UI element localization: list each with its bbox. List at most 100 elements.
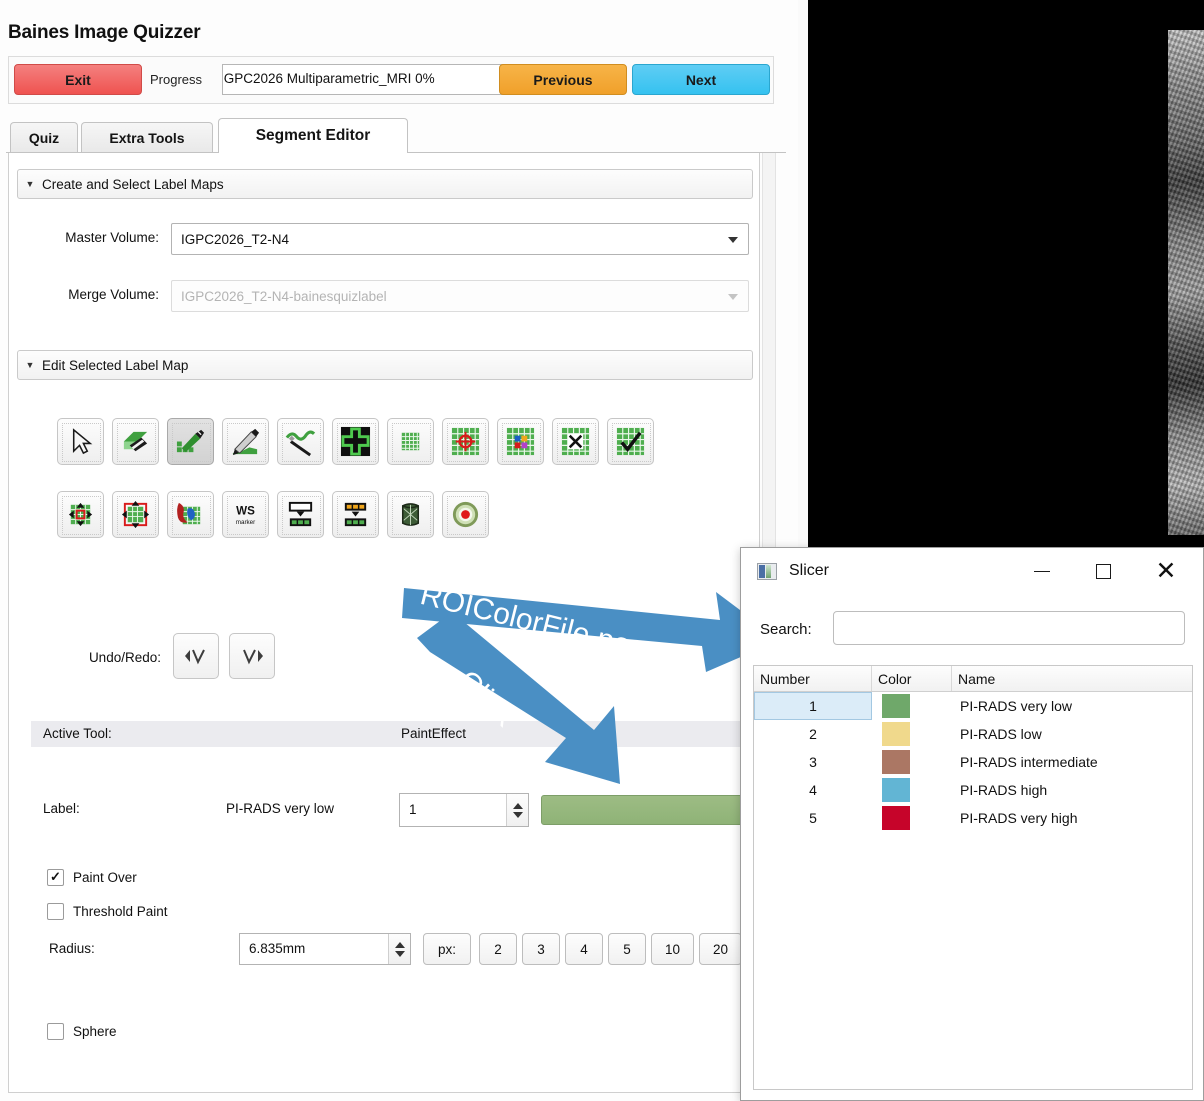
column-header-name: Name bbox=[952, 666, 1192, 691]
make-model-tool-icon[interactable] bbox=[167, 491, 214, 538]
sphere-label: Sphere bbox=[73, 1024, 117, 1039]
paint-over-checkbox[interactable]: ✓ Paint Over bbox=[47, 866, 137, 888]
dilate-erode-tool-icon[interactable] bbox=[112, 491, 159, 538]
stepper-up-icon[interactable] bbox=[395, 942, 405, 948]
radial-target-icon bbox=[450, 499, 481, 530]
section-edit-label-map[interactable]: ▼ Edit Selected Label Map bbox=[17, 350, 753, 380]
threshold-paint-label: Threshold Paint bbox=[73, 904, 168, 919]
paint-over-label: Paint Over bbox=[73, 870, 137, 885]
minimize-icon[interactable] bbox=[1019, 548, 1065, 595]
tab-extra-tools[interactable]: Extra Tools bbox=[81, 122, 213, 152]
column-header-color: Color bbox=[872, 666, 952, 691]
master-volume-row: Master Volume: IGPC2026_T2-N4 bbox=[31, 223, 749, 255]
volume-cylinder-icon bbox=[395, 499, 426, 530]
checkbox-mark-icon: ✓ bbox=[47, 869, 64, 886]
undo-arrow-icon[interactable] bbox=[173, 633, 219, 679]
table-row[interactable]: 3 PI-RADS intermediate bbox=[754, 748, 1192, 776]
radius-preset-5[interactable]: 5 bbox=[608, 933, 646, 965]
label-stepper-buttons[interactable] bbox=[506, 794, 528, 826]
label-number-stepper[interactable]: 1 bbox=[399, 793, 529, 827]
threshold-paint-checkbox[interactable]: Threshold Paint bbox=[47, 900, 168, 922]
label-row: Label: PI-RADS very low 1 bbox=[31, 793, 749, 827]
merge-rows-color-icon bbox=[340, 499, 371, 530]
radius-stepper-buttons[interactable] bbox=[388, 934, 410, 964]
tab-segment-editor[interactable]: Segment Editor bbox=[218, 118, 408, 153]
next-button[interactable]: Next bbox=[632, 64, 770, 95]
radius-preset-2[interactable]: 2 bbox=[479, 933, 517, 965]
maximize-icon[interactable] bbox=[1080, 548, 1126, 595]
active-tool-value: PaintEffect bbox=[401, 726, 466, 741]
close-icon[interactable]: ✕ bbox=[1143, 548, 1189, 595]
chevron-down-icon bbox=[728, 294, 738, 300]
row-merge-color-tool-icon[interactable] bbox=[332, 491, 379, 538]
row-merge-tool-icon[interactable] bbox=[277, 491, 324, 538]
color-table[interactable]: Number Color Name 1PI-RADS very low2PI-R… bbox=[753, 665, 1193, 1090]
cell-number: 2 bbox=[754, 720, 872, 748]
fast-marching-tool-icon[interactable] bbox=[387, 491, 434, 538]
paint-effect-tool-icon[interactable] bbox=[167, 418, 214, 465]
grow-cut-icon bbox=[340, 426, 371, 457]
grow-cut-tool-icon[interactable] bbox=[332, 418, 379, 465]
threshold-tool-icon[interactable] bbox=[442, 418, 489, 465]
change-island-tool-icon[interactable] bbox=[497, 418, 544, 465]
quizzer-left-panel: Baines Image Quizzer Exit Progress IGPC2… bbox=[0, 0, 798, 1101]
section-create-label-maps[interactable]: ▼ Create and Select Label Maps bbox=[17, 169, 753, 199]
chevron-down-icon: ▼ bbox=[18, 179, 42, 189]
table-row[interactable]: 5PI-RADS very high bbox=[754, 804, 1192, 832]
panel-splitter[interactable] bbox=[798, 0, 808, 553]
cell-name: PI-RADS intermediate bbox=[952, 754, 1192, 770]
radius-preset-3[interactable]: 3 bbox=[522, 933, 560, 965]
progress-field: IGPC2026 Multiparametric_MRI 0% bbox=[222, 64, 506, 95]
slicer-dialog-titlebar[interactable]: Slicer ✕ bbox=[741, 548, 1203, 595]
cell-number: 3 bbox=[754, 748, 872, 776]
default-select-tool-icon[interactable] bbox=[57, 418, 104, 465]
radius-preset-4[interactable]: 4 bbox=[565, 933, 603, 965]
merge-volume-select[interactable]: IGPC2026_T2-N4-bainesquizlabel bbox=[171, 280, 749, 312]
erase-label-tool-icon[interactable] bbox=[112, 418, 159, 465]
radius-preset-20[interactable]: 20 bbox=[699, 933, 742, 965]
previous-button[interactable]: Previous bbox=[499, 64, 627, 95]
stepper-up-icon[interactable] bbox=[513, 803, 523, 809]
segment-editor-panel: ▼ Create and Select Label Maps Master Vo… bbox=[8, 153, 760, 1093]
cell-name: PI-RADS high bbox=[952, 782, 1192, 798]
identify-islands-tool-icon[interactable] bbox=[607, 418, 654, 465]
cross-out-grid-icon bbox=[560, 426, 591, 457]
mri-slice-viewport[interactable] bbox=[808, 0, 1204, 553]
stepper-down-icon[interactable] bbox=[395, 951, 405, 957]
remove-islands-tool-icon[interactable] bbox=[552, 418, 599, 465]
table-row[interactable]: 2 PI-RADS low bbox=[754, 720, 1192, 748]
cell-name: PI-RADS very low bbox=[952, 698, 1192, 714]
radius-row: Radius: 6.835mm px: 2 3 4 5 10 20 bbox=[31, 933, 751, 965]
merge-rows-icon bbox=[285, 499, 316, 530]
tab-quiz[interactable]: Quiz bbox=[10, 122, 78, 152]
master-volume-select[interactable]: IGPC2026_T2-N4 bbox=[171, 223, 749, 255]
checkbox-mark-icon bbox=[47, 903, 64, 920]
exit-button[interactable]: Exit bbox=[14, 64, 142, 95]
sphere-checkbox[interactable]: Sphere bbox=[47, 1020, 117, 1042]
table-row[interactable]: 1PI-RADS very low bbox=[754, 692, 1192, 720]
change-label-tool-icon[interactable] bbox=[57, 491, 104, 538]
watershed-marker-tool-icon[interactable]: WS marker bbox=[222, 491, 269, 538]
eraser-icon bbox=[120, 426, 151, 457]
svg-text:WS: WS bbox=[236, 505, 255, 518]
color-swatch bbox=[882, 778, 910, 802]
level-tracing-tool-icon[interactable] bbox=[277, 418, 324, 465]
paintbrush-icon bbox=[175, 426, 206, 457]
search-input[interactable] bbox=[833, 611, 1185, 645]
rectangle-fill-tool-icon[interactable] bbox=[387, 418, 434, 465]
master-volume-label: Master Volume: bbox=[31, 230, 159, 245]
redo-arrow-icon[interactable] bbox=[229, 633, 275, 679]
wand-effect-tool-icon[interactable] bbox=[442, 491, 489, 538]
radius-stepper[interactable]: 6.835mm bbox=[239, 933, 411, 965]
active-tool-bar: Active Tool: PaintEffect bbox=[31, 721, 749, 747]
label-name-value: PI-RADS very low bbox=[226, 801, 334, 816]
target-grid-icon bbox=[450, 426, 481, 457]
cell-name: PI-RADS low bbox=[952, 726, 1192, 742]
radius-preset-10[interactable]: 10 bbox=[651, 933, 694, 965]
table-row[interactable]: 4PI-RADS high bbox=[754, 776, 1192, 804]
cell-color bbox=[872, 750, 952, 774]
active-tool-label: Active Tool: bbox=[43, 726, 112, 741]
stepper-down-icon[interactable] bbox=[513, 812, 523, 818]
label-color-button[interactable] bbox=[541, 795, 760, 825]
draw-effect-tool-icon[interactable] bbox=[222, 418, 269, 465]
